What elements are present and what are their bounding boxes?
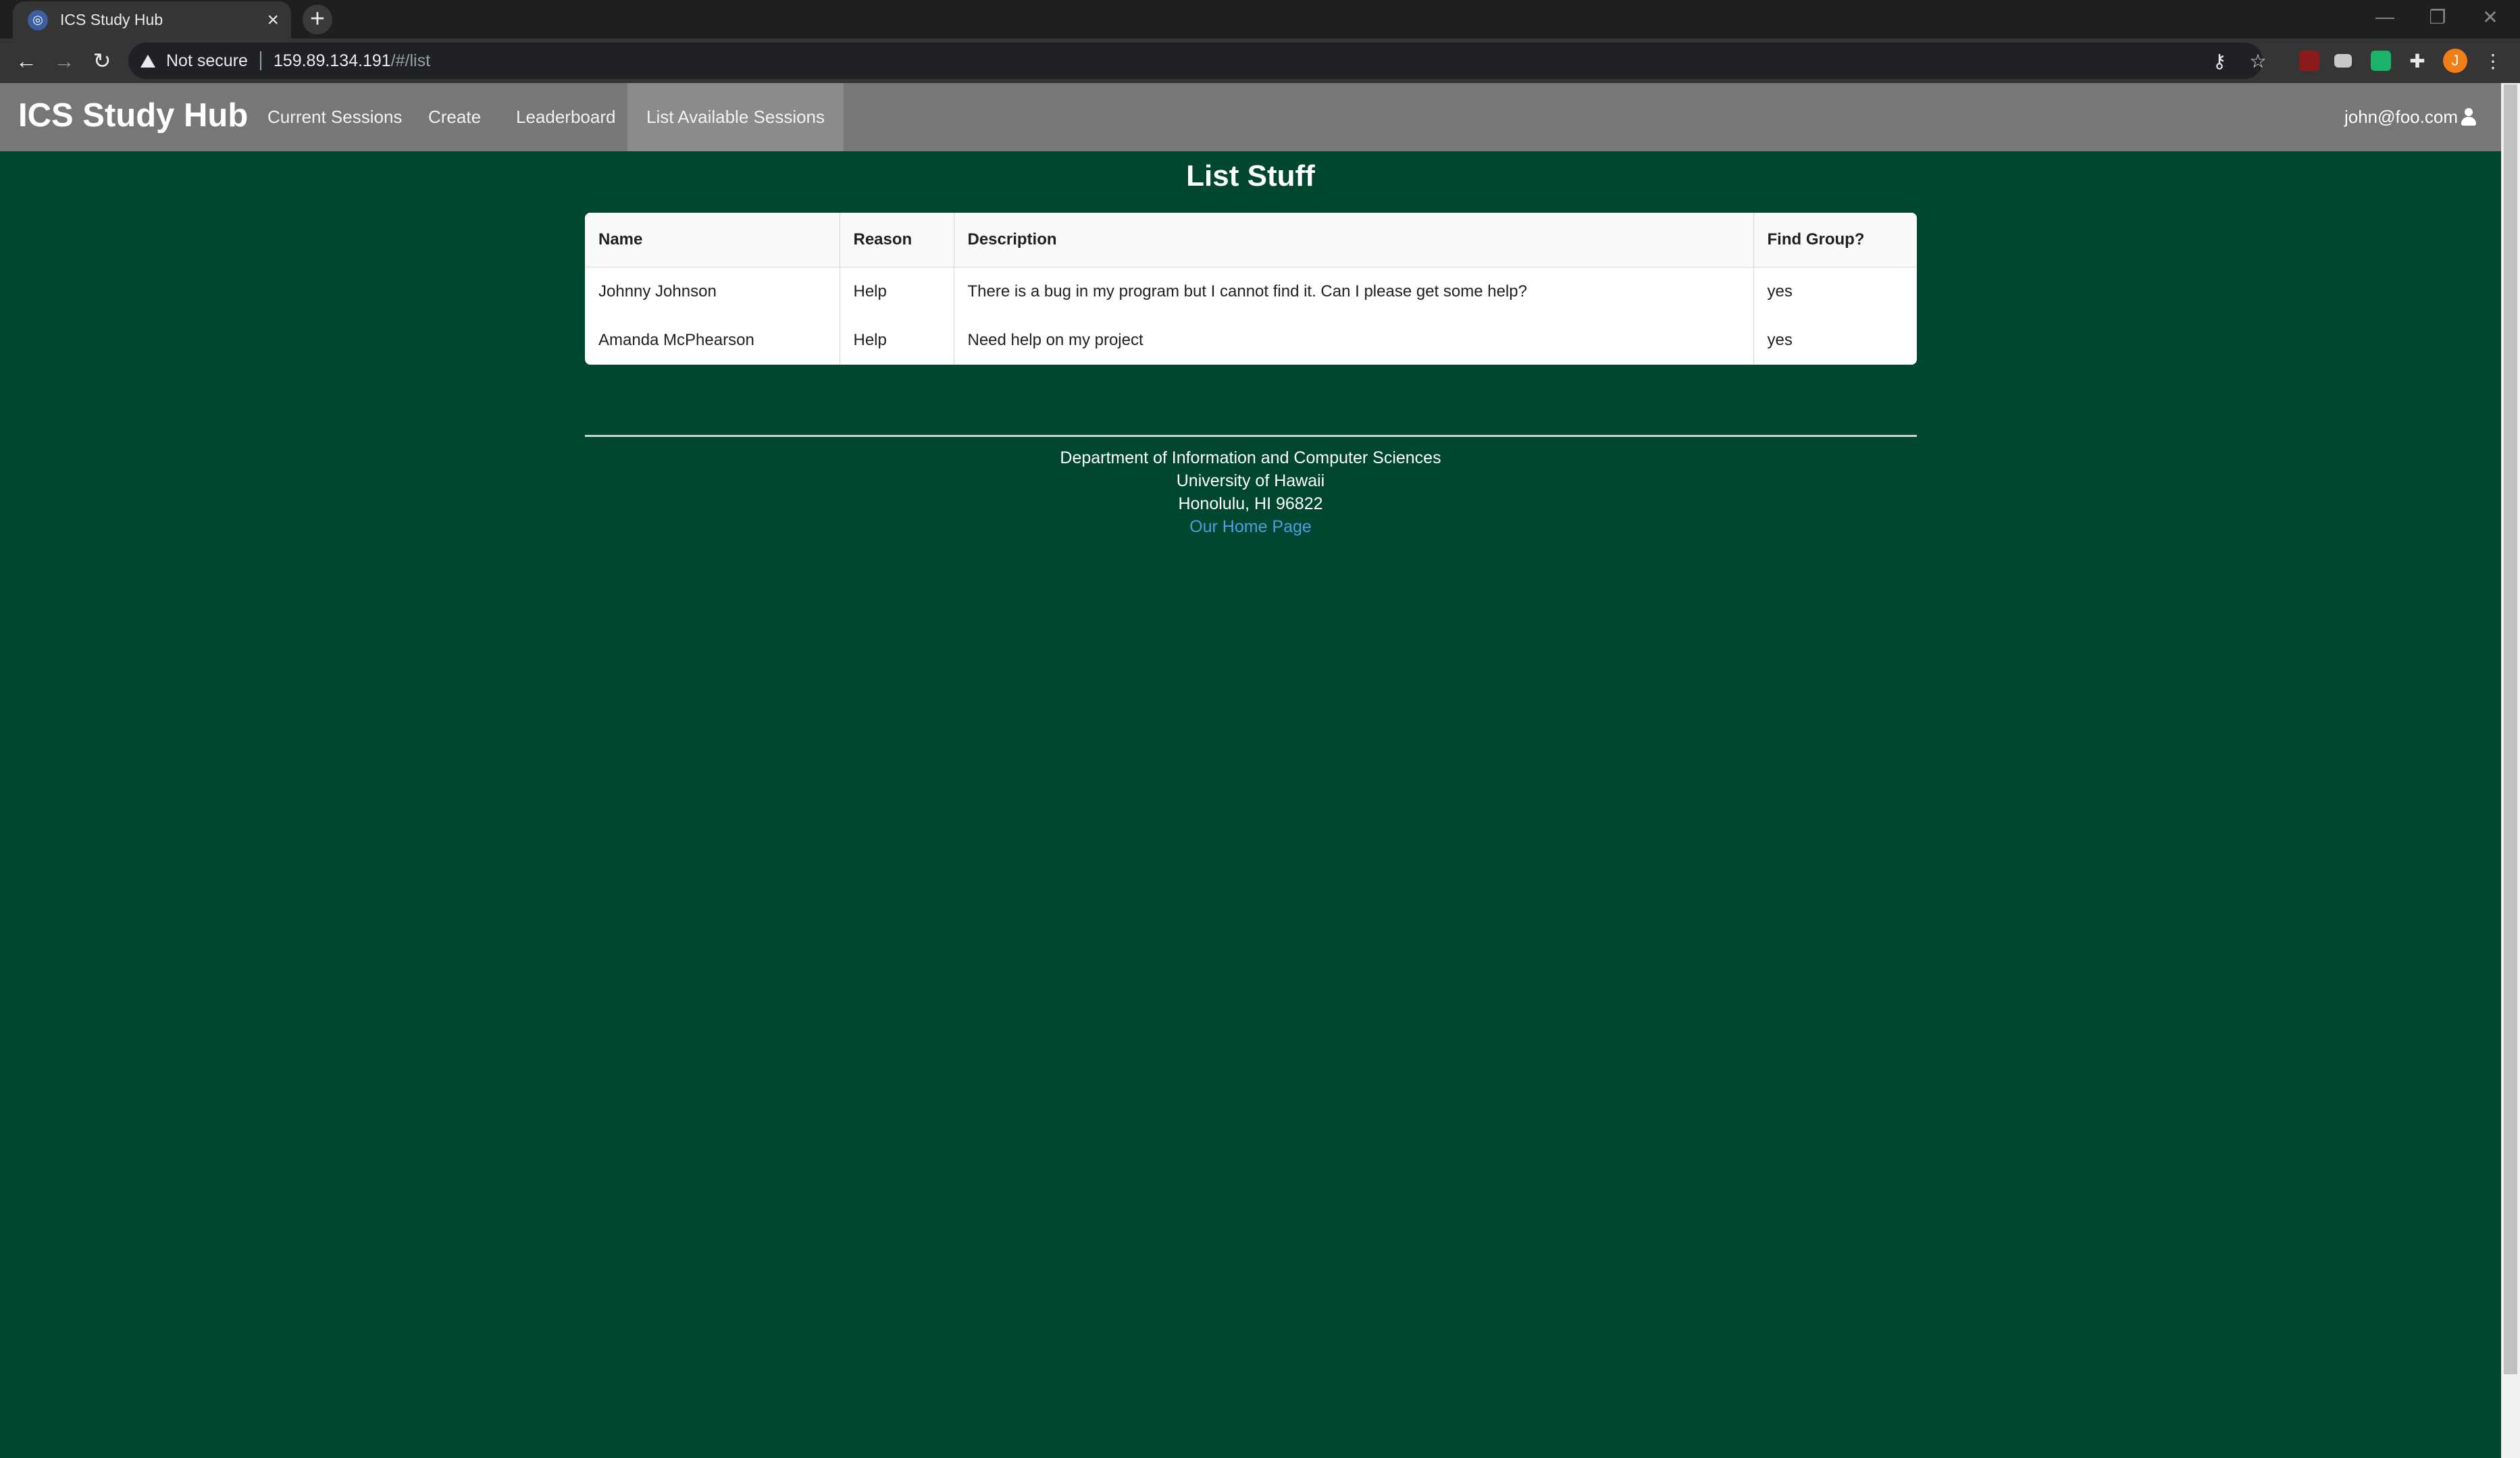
restore-window-icon[interactable]: ❐ [2411, 0, 2464, 34]
tab-close-icon[interactable]: × [267, 9, 279, 30]
footer-university: University of Hawaii [1176, 471, 1325, 490]
sessions-table: Name Reason Description Find Group? John… [585, 213, 1917, 365]
site-brand[interactable]: ICS Study Hub [18, 97, 248, 134]
not-secure-label: Not secure [166, 51, 248, 70]
url-host: 159.89.134.191 [273, 51, 391, 70]
back-arrow-icon[interactable]: ← [9, 44, 43, 78]
cell-name: Amanda McPhearson [585, 316, 840, 365]
home-page-link[interactable]: Our Home Page [1189, 517, 1312, 536]
user-email: john@foo.com [2344, 107, 2458, 127]
user-menu[interactable]: john@foo.com [2344, 83, 2477, 151]
page-scrollbar[interactable] [2501, 83, 2520, 1458]
table-row: Amanda McPhearson Help Need help on my p… [585, 316, 1917, 365]
table-row: Johnny Johnson Help There is a bug in my… [585, 267, 1917, 316]
nav-current-sessions[interactable]: Current Sessions [249, 83, 421, 151]
minimize-window-icon[interactable]: — [2359, 0, 2411, 34]
page-viewport: ICS Study Hub Current Sessions Create Le… [0, 83, 2501, 1458]
tab-title: ICS Study Hub [60, 11, 163, 28]
cell-reason: Help [840, 316, 954, 365]
cell-find-group: yes [1767, 282, 1793, 301]
star-bookmark-icon[interactable]: ☆ [2242, 45, 2273, 76]
column-header-description: Description [954, 213, 1754, 267]
footer-divider [585, 435, 1917, 437]
user-icon [2461, 108, 2477, 126]
cell-name: Johnny Johnson [585, 267, 840, 316]
browser-tab[interactable]: ◎ ICS Study Hub × [13, 1, 291, 38]
ublock-extension-icon[interactable] [2294, 45, 2325, 76]
grammar-extension-icon[interactable] [2365, 45, 2396, 76]
site-favicon-icon: ◎ [28, 9, 48, 30]
page-title: List Stuff [1186, 159, 1315, 192]
reload-icon[interactable]: ↻ [85, 44, 119, 78]
column-header-reason: Reason [840, 213, 954, 267]
nav-list-available-sessions[interactable]: List Available Sessions [627, 83, 844, 151]
nav-create[interactable]: Create [409, 83, 500, 151]
page-footer: Department of Information and Computer S… [0, 446, 2501, 538]
browser-toolbar: ← → ↻ Not secure 159.89.134.191 /#/list … [0, 38, 2520, 83]
column-header-name: Name [585, 213, 840, 267]
chat-extension-icon[interactable] [2328, 45, 2359, 76]
footer-department: Department of Information and Computer S… [1060, 448, 1441, 467]
profile-avatar[interactable]: J [2440, 45, 2471, 76]
key-icon[interactable]: ⚷ [2204, 45, 2235, 76]
cell-description: Need help on my project [954, 316, 1754, 365]
forward-arrow-icon[interactable]: → [47, 44, 81, 78]
warning-icon [140, 54, 155, 68]
site-navbar: ICS Study Hub Current Sessions Create Le… [0, 83, 2501, 151]
url-path: /#/list [390, 51, 431, 70]
omnibox-divider [259, 51, 261, 70]
column-header-find-group: Find Group? [1753, 213, 1917, 267]
address-bar[interactable]: Not secure 159.89.134.191 /#/list [128, 43, 2263, 79]
table-header-row: Name Reason Description Find Group? [585, 213, 1917, 267]
scrollbar-thumb[interactable] [2504, 84, 2517, 1374]
cell-find-group: yes [1767, 331, 1793, 349]
nav-leaderboard[interactable]: Leaderboard [497, 83, 634, 151]
cell-description: There is a bug in my program but I canno… [954, 267, 1754, 316]
puzzle-extensions-icon[interactable]: ✚ [2402, 45, 2433, 76]
browser-tabstrip: ◎ ICS Study Hub × + — ❐ ✕ [0, 0, 2520, 38]
cell-reason: Help [840, 267, 954, 316]
footer-address: Honolulu, HI 96822 [1178, 494, 1323, 513]
close-window-icon[interactable]: ✕ [2464, 0, 2517, 34]
kebab-menu-icon[interactable]: ⋮ [2477, 45, 2509, 76]
new-tab-button[interactable]: + [303, 5, 332, 34]
